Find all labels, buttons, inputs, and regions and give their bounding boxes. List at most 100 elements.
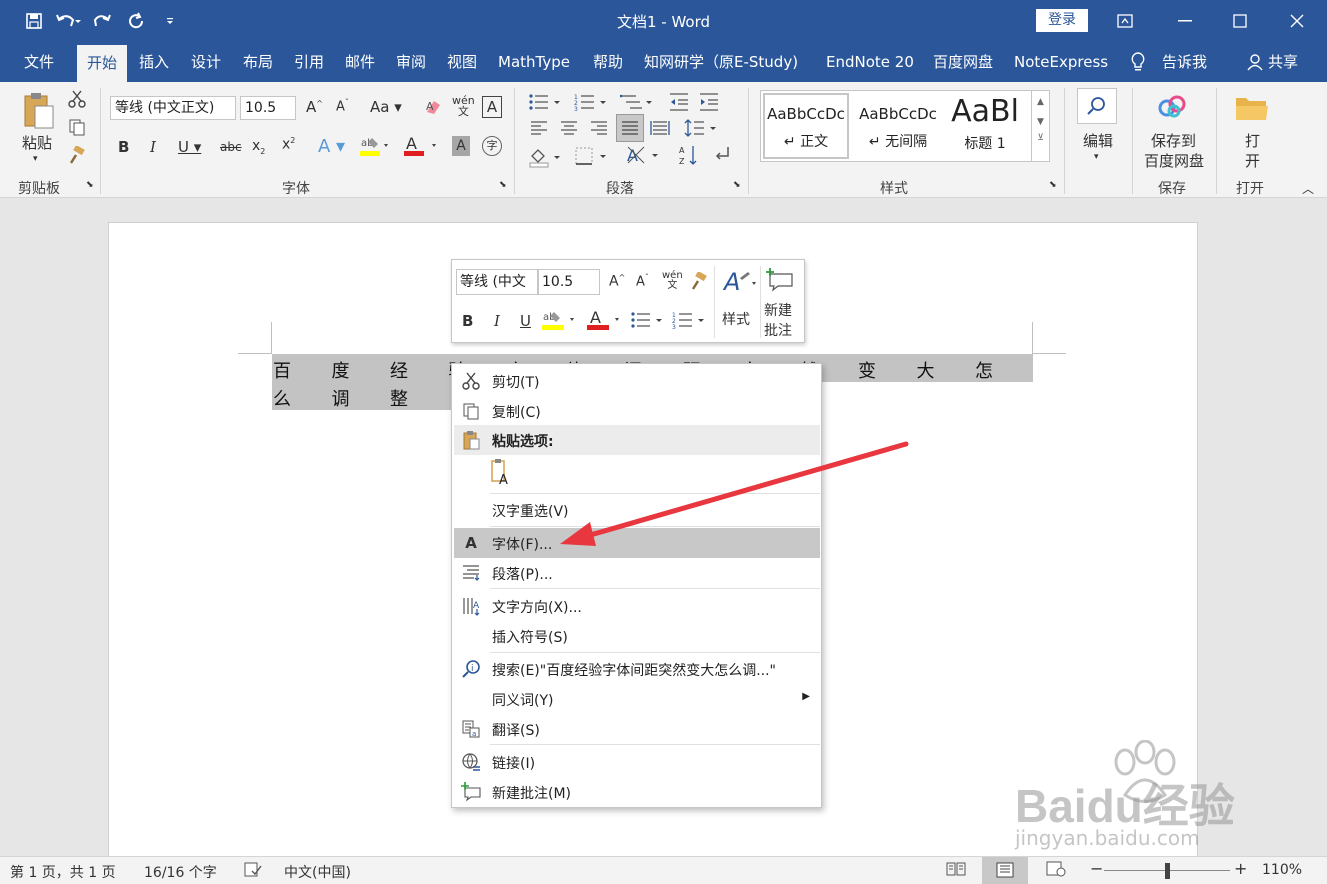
menu-item-translate[interactable]: a 翻译(S) [454, 714, 820, 744]
line-spacing-icon[interactable] [684, 118, 720, 142]
font-dialog-launcher-icon[interactable]: ⬊ [499, 180, 507, 190]
collapse-ribbon-icon[interactable]: ︿ [1302, 180, 1314, 197]
shading-icon[interactable] [528, 146, 564, 172]
numbering-icon[interactable]: 123 [574, 92, 610, 116]
mini-numbering-icon[interactable]: 123 [672, 310, 708, 334]
enclose-characters-icon[interactable]: 字 [482, 136, 502, 156]
justify-icon[interactable] [616, 114, 644, 142]
mini-italic-icon[interactable]: I [494, 312, 500, 330]
mini-font-size-combo[interactable]: 10.5 [538, 269, 600, 295]
baidu-netdisk-icon[interactable] [1158, 94, 1188, 124]
tab-tell-me[interactable]: 告诉我 [1162, 42, 1207, 82]
menu-item-text-direction[interactable]: A 文字方向(X)... [454, 591, 820, 621]
search-icon[interactable] [1077, 88, 1117, 124]
mini-font-color-icon[interactable]: A [587, 308, 623, 336]
change-case-icon[interactable]: Aa ▾ [370, 98, 402, 116]
superscript-icon[interactable]: x2 [282, 136, 295, 153]
tab-help[interactable]: 帮助 [593, 42, 623, 82]
menu-item-synonyms[interactable]: 同义词(Y) ▶ [454, 684, 820, 714]
tab-review[interactable]: 审阅 [396, 42, 426, 82]
copy-icon[interactable] [68, 118, 86, 140]
word-count[interactable]: 16/16 个字 [144, 862, 217, 882]
shrink-font-icon[interactable]: Aˇ [336, 98, 349, 114]
align-center-icon[interactable] [560, 120, 578, 140]
character-border-icon[interactable]: A [482, 96, 502, 118]
mini-styles-icon[interactable]: A [722, 268, 758, 300]
minimize-icon[interactable] [1168, 6, 1202, 36]
edit-dropdown-icon[interactable]: ▾ [1094, 152, 1099, 162]
tab-layout[interactable]: 布局 [243, 42, 273, 82]
text-effects-icon[interactable]: A ▾ [318, 136, 345, 157]
align-right-icon[interactable] [590, 120, 608, 140]
strikethrough-icon[interactable]: abc [220, 140, 242, 154]
mini-styles-label[interactable]: 样式 [722, 309, 750, 329]
mini-underline-icon[interactable]: U [520, 312, 531, 330]
paste-keep-text-only-icon[interactable]: A [488, 458, 520, 488]
clipboard-launcher-icon[interactable]: ⬊ [86, 180, 94, 190]
tab-file[interactable]: 文件 [24, 42, 54, 82]
subscript-icon[interactable]: x2 [252, 138, 265, 156]
styles-launcher-icon[interactable]: ⬊ [1049, 180, 1057, 190]
italic-icon[interactable]: I [150, 138, 156, 156]
highlight-icon[interactable]: ab [360, 134, 390, 162]
scroll-up-icon[interactable]: ▲ [1032, 97, 1049, 107]
font-name-combo[interactable]: 等线 (中文正文) [110, 96, 236, 120]
distributed-icon[interactable] [650, 120, 670, 140]
tab-baidu-netdisk[interactable]: 百度网盘 [933, 42, 993, 82]
tab-mailings[interactable]: 邮件 [345, 42, 375, 82]
mini-new-comment-label-2[interactable]: 批注 [764, 320, 792, 340]
tab-insert[interactable]: 插入 [139, 42, 169, 82]
tab-view[interactable]: 视图 [447, 42, 477, 82]
menu-item-insert-symbol[interactable]: 插入符号(S) [454, 621, 820, 651]
print-layout-icon[interactable] [982, 857, 1028, 884]
format-painter-icon[interactable] [68, 144, 86, 168]
save-to-baidu-label-2[interactable]: 百度网盘 [1144, 150, 1204, 171]
tab-noteexpress[interactable]: NoteExpress [1014, 42, 1108, 82]
style-heading-1[interactable]: AaBl 标题 1 [945, 93, 1025, 159]
share-button[interactable]: 共享 [1268, 42, 1298, 82]
mini-font-name-combo[interactable]: 等线 (中文 [456, 269, 538, 295]
tab-design[interactable]: 设计 [191, 42, 221, 82]
borders-icon[interactable] [574, 146, 610, 170]
bold-icon[interactable]: B [118, 138, 129, 156]
ribbon-display-options-icon[interactable] [1108, 6, 1142, 36]
more-styles-icon[interactable]: ⊻ [1032, 133, 1049, 143]
mini-new-comment-icon[interactable] [766, 268, 794, 296]
open-label-2[interactable]: 开 [1245, 150, 1260, 171]
close-icon[interactable] [1280, 6, 1314, 36]
zoom-slider-thumb[interactable] [1165, 863, 1170, 879]
paste-button[interactable] [18, 90, 58, 134]
menu-item-new-comment[interactable]: 新建批注(M) [454, 777, 820, 807]
paste-dropdown-icon[interactable]: ▾ [33, 154, 38, 164]
page-count[interactable]: 第 1 页，共 1 页 [10, 862, 116, 882]
mini-phonetic-guide-icon[interactable]: wén 文 [662, 271, 683, 291]
character-shading-icon[interactable]: A [452, 136, 470, 156]
show-hide-marks-icon[interactable] [712, 144, 732, 168]
font-size-combo[interactable]: 10.5 [240, 96, 296, 120]
mini-bold-icon[interactable]: B [462, 312, 473, 330]
menu-item-copy[interactable]: 复制(C) [454, 396, 820, 426]
edit-button[interactable]: 编辑 [1083, 130, 1113, 151]
language-indicator[interactable]: 中文(中国) [284, 862, 351, 882]
paste-label[interactable]: 粘贴 [22, 132, 52, 153]
underline-icon[interactable]: U ▾ [178, 138, 201, 156]
mini-new-comment-label-1[interactable]: 新建 [764, 300, 792, 320]
proofing-icon[interactable] [244, 862, 262, 882]
multilevel-list-icon[interactable] [619, 92, 656, 116]
tab-cnki-estudy[interactable]: 知网研学（原E-Study) [644, 42, 798, 82]
sort-icon[interactable]: AZ [678, 144, 700, 170]
mini-shrink-font-icon[interactable]: Aˇ [636, 273, 649, 289]
style-normal[interactable]: AaBbCcDc ↵ 正文 [763, 93, 849, 159]
maximize-icon[interactable] [1223, 6, 1257, 36]
align-left-icon[interactable] [530, 120, 548, 140]
tab-references[interactable]: 引用 [294, 42, 324, 82]
scroll-down-icon[interactable]: ▼ [1032, 117, 1049, 127]
tab-endnote[interactable]: EndNote 20 [826, 42, 914, 82]
font-color-icon[interactable]: A [404, 134, 440, 162]
share-icon[interactable] [1246, 42, 1264, 82]
mini-bullets-icon[interactable] [630, 310, 666, 334]
menu-item-link[interactable]: 链接(I) [454, 747, 820, 777]
bullets-icon[interactable] [528, 92, 564, 116]
paragraph-dialog-launcher-icon[interactable]: ⬊ [733, 180, 741, 190]
menu-item-cut[interactable]: 剪切(T) [454, 366, 820, 396]
